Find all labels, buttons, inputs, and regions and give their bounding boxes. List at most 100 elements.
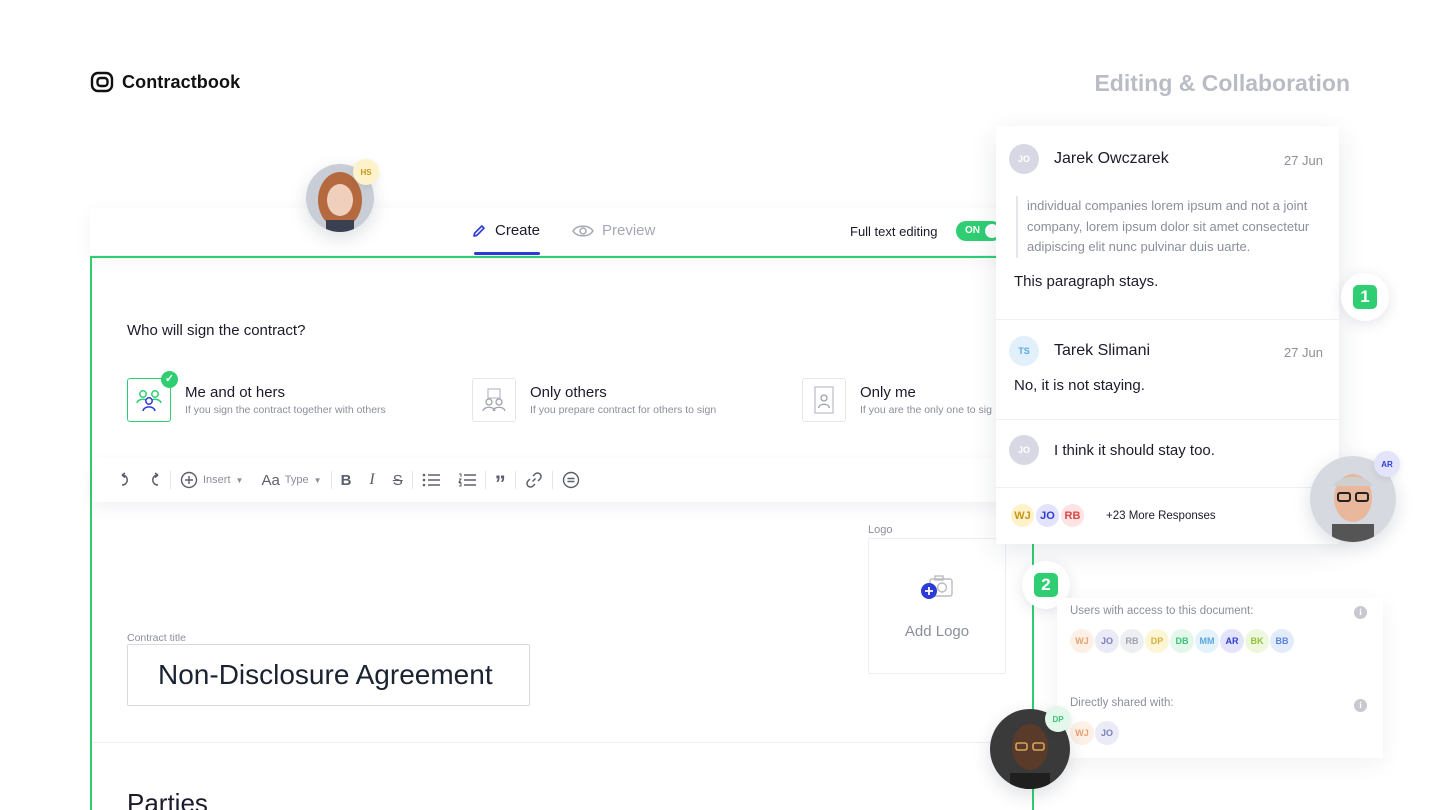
insert-label: Insert (203, 474, 231, 486)
comment-date: 27 Jun (1283, 153, 1323, 168)
tab-preview[interactable]: Preview (572, 222, 655, 239)
comment-item: TS Tarek Slimani 27 Jun No, it is not st… (996, 319, 1339, 419)
access-user-list: WJ JO RB DP DB MM AR BK BB (1070, 629, 1294, 653)
add-logo-label: Add Logo (904, 622, 970, 640)
type-dropdown[interactable]: Aa Type ▼ (252, 472, 330, 489)
numbered-list-icon (457, 473, 476, 487)
comment-thread-panel: JO Jarek Owczarek 27 Jun individual comp… (996, 126, 1339, 544)
directly-shared-label: Directly shared with: (1070, 697, 1174, 709)
avatar: JO (1009, 435, 1039, 465)
document-access-panel: Users with access to this document: i WJ… (1057, 598, 1383, 758)
link-button[interactable] (516, 471, 552, 489)
comment-circle-icon (562, 471, 579, 489)
parties-heading: Parties (127, 788, 208, 810)
redo-icon (152, 472, 159, 486)
info-icon[interactable]: i (1354, 699, 1367, 712)
comment-text: This paragraph stays. (1014, 273, 1159, 290)
strikethrough-button[interactable]: S (384, 472, 412, 489)
brand-name: Contractbook (122, 71, 241, 92)
eye-icon (572, 224, 594, 237)
tab-preview-label: Preview (602, 222, 656, 239)
comment-count: 1 (1353, 285, 1377, 309)
signer-option-only-me[interactable]: Only me If you are the only one to sig (802, 378, 992, 422)
add-logo-button[interactable]: Add Logo (868, 538, 1006, 674)
option-subtitle: If you sign the contract together with o… (185, 404, 386, 416)
insert-dropdown[interactable]: Insert ▼ (171, 471, 252, 489)
font-size-icon: Aa (261, 471, 280, 489)
pencil-icon (473, 224, 485, 237)
avatar[interactable]: BB (1270, 629, 1294, 653)
single-signer-icon (802, 378, 846, 422)
signer-option-only-others[interactable]: Only others If you prepare contract for … (472, 378, 716, 422)
avatar[interactable]: DB (1170, 629, 1194, 653)
italic-button[interactable]: I (360, 471, 383, 489)
bold-button[interactable]: B (332, 472, 361, 489)
section-divider (92, 742, 1034, 743)
comment-author: Tarek Slimani (1054, 342, 1151, 359)
comment-button[interactable] (553, 471, 589, 489)
undo-button[interactable] (110, 472, 140, 488)
avatar[interactable]: RB (1120, 629, 1144, 653)
toggle-state-label: ON (965, 225, 980, 236)
avatar: TS (1009, 336, 1039, 366)
logo-label: Logo (868, 524, 893, 536)
comment-date: 27 Jun (1283, 345, 1323, 360)
avatar[interactable]: DP (1145, 629, 1169, 653)
editor-header: Create Preview Full text editing ON (90, 208, 1040, 256)
chevron-down-icon: ▼ (235, 475, 244, 485)
users-access-label: Users with access to this document: (1070, 605, 1254, 617)
avatar: WJ (1009, 502, 1036, 529)
tab-create-label: Create (495, 222, 541, 239)
editor-body: Who will sign the contract? ✓ Me and ot … (90, 256, 1036, 810)
responder-avatars: WJ JO RB +23 More Responses (1009, 502, 1216, 529)
others-signers-icon (472, 378, 516, 422)
tab-create[interactable]: Create (471, 222, 541, 255)
avatar[interactable]: JO (1095, 721, 1119, 745)
redo-button[interactable] (140, 472, 170, 488)
avatar[interactable]: WJ (1070, 629, 1094, 653)
link-icon (525, 472, 542, 488)
comment-header: JO I think it should stay too. (1009, 435, 1215, 465)
comment-text: I think it should stay too. (1054, 441, 1215, 459)
comment-count-badge[interactable]: 1 (1341, 273, 1389, 321)
contract-title-label: Contract title (127, 632, 186, 644)
chevron-down-icon: ▼ (313, 475, 322, 485)
option-title: Me and ot hers (185, 384, 286, 401)
quoted-text: individual companies lorem ipsum and not… (1016, 196, 1328, 258)
more-responses-link[interactable]: +23 More Responses (1106, 510, 1216, 522)
option-subtitle: If you prepare contract for others to si… (530, 404, 717, 416)
contract-editor: Create Preview Full text editing ON Who … (90, 208, 1040, 810)
bullet-list-button[interactable] (413, 473, 449, 487)
formatting-toolbar: Insert ▼ Aa Type ▼ B I S ” (92, 458, 1036, 502)
comment-item: JO Jarek Owczarek 27 Jun individual comp… (996, 126, 1339, 319)
group-signers-icon: ✓ (127, 371, 178, 422)
quote-button[interactable]: ” (486, 463, 515, 497)
page-heading: Editing & Collaboration (1094, 70, 1350, 96)
avatar: RB (1059, 502, 1086, 529)
avatar[interactable]: BK (1245, 629, 1269, 653)
comment-author: Jarek Owczarek (1054, 150, 1169, 167)
avatar-initials-tag: DP (1045, 706, 1071, 732)
avatar[interactable]: WJ (1070, 721, 1094, 745)
full-text-editing-label: Full text editing (850, 224, 938, 239)
responses-row[interactable]: WJ JO RB +23 More Responses (996, 487, 1339, 544)
signer-option-me-and-others[interactable]: ✓ Me and ot hers If you sign the contrac… (127, 371, 386, 422)
option-title: Only me (860, 384, 916, 401)
comment-header: JO Jarek Owczarek (1009, 144, 1169, 174)
comment-header: TS Tarek Slimani (1009, 336, 1150, 366)
contractbook-logo-icon (90, 71, 114, 93)
numbered-list-button[interactable] (449, 473, 485, 487)
option-subtitle: If you are the only one to sig (860, 404, 992, 416)
brand[interactable]: Contractbook (90, 70, 240, 94)
avatar[interactable]: MM (1195, 629, 1219, 653)
selected-check-icon: ✓ (161, 371, 178, 388)
avatar[interactable]: AR (1220, 629, 1244, 653)
option-title: Only others (530, 384, 607, 401)
signers-question: Who will sign the contract? (127, 322, 306, 339)
info-icon[interactable]: i (1354, 606, 1367, 619)
bullet-list-icon (422, 473, 440, 487)
contract-title-input[interactable]: Non-Disclosure Agreement (127, 644, 530, 706)
comment-count: 2 (1034, 573, 1058, 597)
avatar-initials-tag: HS (353, 159, 379, 185)
avatar[interactable]: JO (1095, 629, 1119, 653)
